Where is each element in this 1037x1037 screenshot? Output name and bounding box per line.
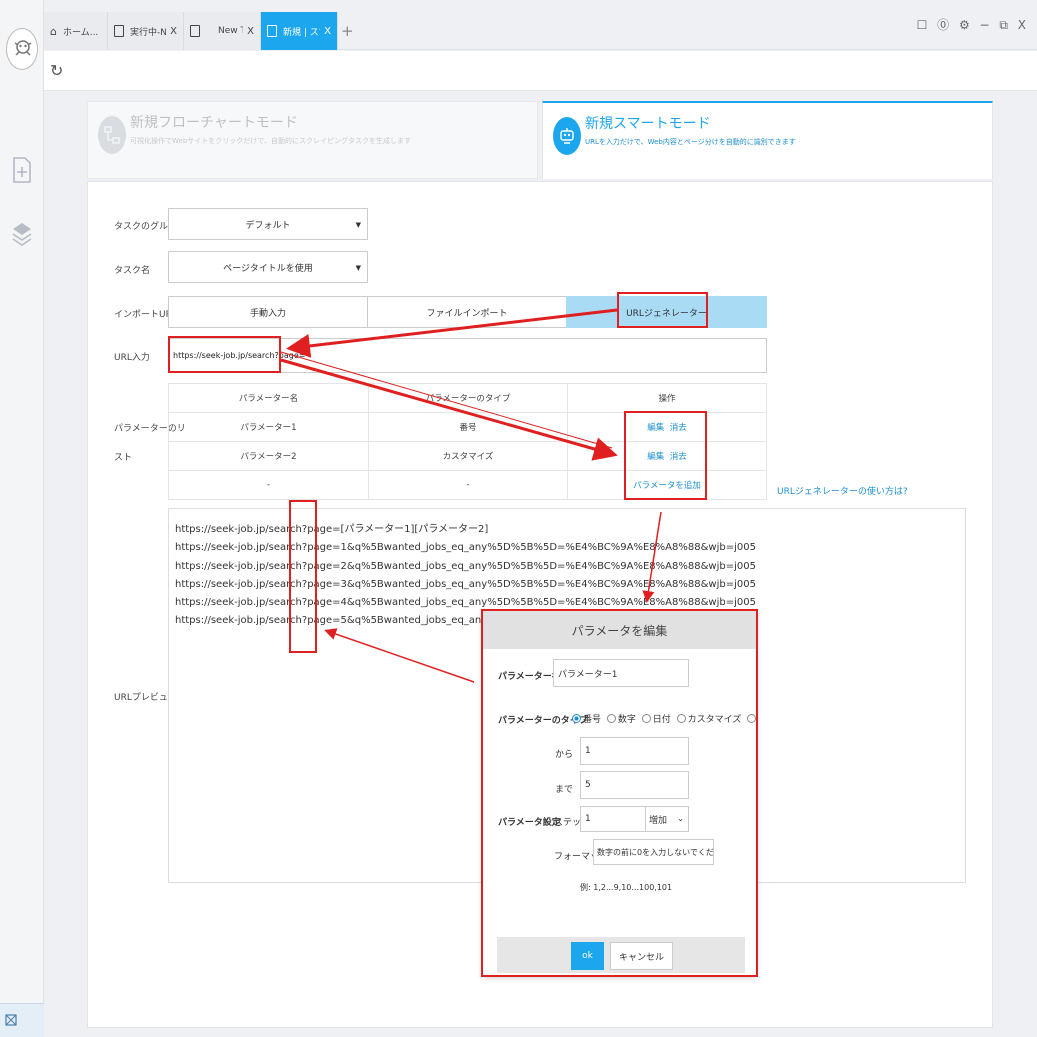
flowchart-mode-title: 新規フローチャートモード — [130, 115, 298, 131]
window-controls[interactable]: ☐ ⓪ ⚙ − ⧉ X — [917, 16, 1029, 33]
tab-label: 新規 | スマ... — [283, 27, 320, 38]
column-header: パラメーターのタイプ — [368, 383, 568, 413]
flowchart-mode-card[interactable]: 新規フローチャートモード 可視化操作でWebサイトをクリックだけで、自動的にスク… — [87, 101, 538, 179]
smart-mode-card[interactable]: 新規スマートモード URLを入力だけで、Web内容とページ分けを自動的に識別でき… — [542, 101, 993, 179]
task-name-select[interactable]: ページタイトルを使用 ▼ — [168, 251, 368, 283]
table-header-row: パラメーター名 パラメーターのタイプ 操作 — [168, 383, 767, 413]
caret-down-icon: ▼ — [355, 221, 361, 229]
highlight-page-number — [289, 500, 317, 653]
tab-close-icon[interactable]: X — [170, 26, 177, 37]
highlight-url-input — [168, 336, 281, 373]
tab-label: 実行中-Ne... — [130, 27, 167, 38]
task-group-value: デフォルト — [245, 220, 291, 231]
tab-new-task[interactable]: New Task X — [184, 12, 261, 50]
url-generator-help-link[interactable]: URLジェネレーターの使い方は? — [777, 484, 908, 497]
robot-icon — [553, 117, 581, 155]
import-manual-button[interactable]: 手動入力 — [168, 296, 368, 328]
task-name-value: ページタイトルを使用 — [223, 263, 313, 274]
flowchart-mode-desc: 可視化操作でWebサイトをクリックだけで、自動的にスクレイピングタスクを生成しま… — [130, 137, 411, 145]
tab-close-icon[interactable]: X — [247, 26, 254, 37]
param-type-cell: - — [368, 470, 568, 500]
param-list-label-cont: スト — [114, 453, 133, 463]
highlight-actions — [624, 411, 707, 500]
param-type-cell: 番号 — [368, 412, 568, 442]
highlight-url-generator — [617, 292, 708, 328]
tab-label: ホーム... — [62, 27, 99, 38]
column-header: パラメーター名 — [168, 383, 369, 413]
home-icon: ⌂ — [50, 24, 57, 38]
flowchart-icon — [98, 116, 126, 154]
task-name-label: タスク名 — [114, 266, 151, 276]
highlight-dialog — [481, 609, 758, 977]
tab-running[interactable]: 実行中-Ne... X — [108, 12, 184, 50]
toolbar: ↻ — [44, 51, 1037, 91]
param-type-cell: カスタマイズ — [368, 441, 568, 471]
import-file-button[interactable]: ファイルインポート — [367, 296, 567, 328]
url-input-label: URL入力 — [114, 353, 150, 363]
new-tab-icon[interactable]: + — [341, 22, 354, 40]
tab-close-icon[interactable]: X — [324, 26, 331, 37]
param-name-cell: - — [168, 470, 369, 500]
tab-new-smart[interactable]: 新規 | スマ... X — [261, 12, 338, 50]
caret-down-icon: ▼ — [355, 264, 361, 272]
left-sidebar — [0, 0, 44, 1037]
task-group-select[interactable]: デフォルト ▼ — [168, 208, 368, 240]
refresh-icon[interactable]: ↻ — [50, 61, 63, 80]
new-task-icon[interactable] — [11, 156, 33, 184]
sidebar-bottom-button[interactable] — [0, 1003, 44, 1037]
smart-mode-title: 新規スマートモード — [585, 116, 711, 132]
smart-mode-desc: URLを入力だけで、Web内容とページ分けを自動的に識別できます — [585, 138, 796, 146]
tab-label: New Task — [218, 26, 243, 36]
tab-home[interactable]: ⌂ ホーム... — [44, 12, 108, 50]
document-icon — [114, 25, 124, 37]
app-logo-icon[interactable] — [6, 28, 38, 70]
column-header: 操作 — [567, 383, 767, 413]
param-name-cell: パラメーター2 — [168, 441, 369, 471]
collapse-icon — [5, 1014, 17, 1026]
document-icon — [267, 25, 277, 37]
layers-icon[interactable] — [11, 220, 33, 248]
document-icon — [190, 25, 200, 37]
tab-bar: ⌂ ホーム... 実行中-Ne... X New Task X 新規 | スマ.… — [44, 0, 1037, 50]
param-name-cell: パラメーター1 — [168, 412, 369, 442]
